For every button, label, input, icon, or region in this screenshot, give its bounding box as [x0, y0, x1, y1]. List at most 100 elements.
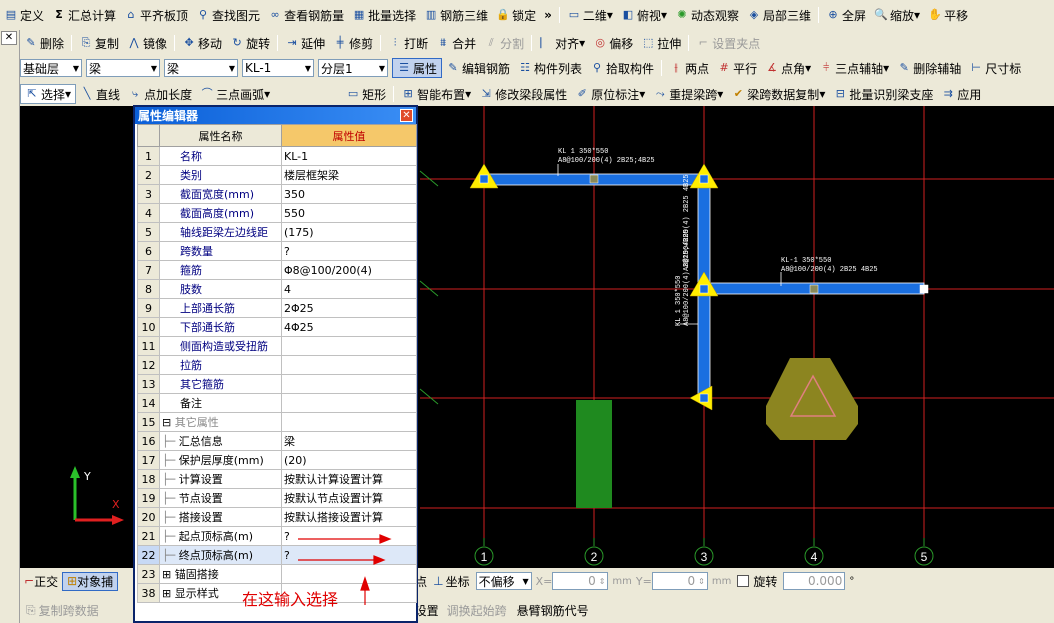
close-panel-icon[interactable]: ✕	[1, 31, 17, 45]
property-value[interactable]	[281, 355, 417, 375]
property-row[interactable]: 18 ├─ 计算设置 按默认计算设置计算	[137, 469, 417, 489]
property-row[interactable]: 14 备注	[137, 393, 417, 413]
trim-button[interactable]: ╪ 修剪	[329, 33, 377, 53]
property-value[interactable]: 2Φ25	[281, 298, 417, 318]
three-point-arc-button[interactable]: ⌒ 三点画弧 ▾	[196, 84, 274, 104]
properties-button[interactable]: ☰ 属性	[392, 58, 443, 78]
lock-button[interactable]: 🔒 锁定	[492, 5, 540, 25]
coord-toggle[interactable]: ⊥ 坐标	[433, 573, 469, 590]
property-value[interactable]: 4	[281, 279, 417, 299]
property-value[interactable]	[281, 336, 417, 356]
zoom-button[interactable]: 🔍 缩放 ▾	[870, 5, 924, 25]
apply-button[interactable]: ⇉ 应用	[937, 84, 985, 104]
ortho-toggle[interactable]: ⌐ 正交	[20, 573, 62, 590]
point-angle-button[interactable]: ∡ 点角 ▾	[761, 58, 815, 78]
property-value[interactable]	[281, 564, 417, 584]
property-value[interactable]: 按默认节点设置计算	[281, 488, 417, 508]
component-select[interactable]: KL-1 ▼	[242, 59, 314, 77]
property-value[interactable]: ?	[281, 241, 417, 261]
merge-button[interactable]: ⩩ 合并	[432, 33, 480, 53]
property-value[interactable]: 550	[281, 203, 417, 223]
batch-select-button[interactable]: ▦ 批量选择	[348, 5, 420, 25]
align-slab-button[interactable]: ⌂ 平齐板顶	[120, 5, 192, 25]
property-row[interactable]: 2 类别 楼层框架梁	[137, 165, 417, 185]
edit-rebar-button[interactable]: ✎ 编辑钢筋	[442, 58, 514, 78]
category-select[interactable]: 梁 ▼	[86, 59, 160, 77]
in-place-annotation-button[interactable]: ✐ 原位标注 ▾	[571, 84, 649, 104]
rectangle-button[interactable]: ▭ 矩形	[342, 84, 390, 104]
delete-button[interactable]: ✎ 删除	[20, 33, 68, 53]
offset-select[interactable]: 不偏移 ▼	[475, 572, 532, 590]
property-row[interactable]: 20 ├─ 搭接设置 按默认搭接设置计算	[137, 507, 417, 527]
property-row[interactable]: 4 截面高度(mm) 550	[137, 203, 417, 223]
rebar-3d-button[interactable]: ▥ 钢筋三维	[420, 5, 492, 25]
break-button[interactable]: ⫶ 打断	[384, 33, 432, 53]
property-value[interactable]: Φ8@100/200(4)	[281, 260, 417, 280]
property-row[interactable]: 13 其它箍筋	[137, 374, 417, 394]
orbit-button[interactable]: ✺ 动态观察	[671, 5, 743, 25]
property-row[interactable]: 5 轴线距梁左边线距 (175)	[137, 222, 417, 242]
property-row[interactable]: 7 箍筋 Φ8@100/200(4)	[137, 260, 417, 280]
split-button[interactable]: ⫽ 分割	[480, 33, 528, 53]
close-icon[interactable]: ✕	[400, 109, 413, 122]
property-row[interactable]: 8 肢数 4	[137, 279, 417, 299]
align-button[interactable]: ⎸ 对齐 ▾	[535, 33, 589, 53]
dimension-button[interactable]: ⊢ 尺寸标	[965, 58, 1025, 78]
property-row[interactable]: 10 下部通长筋 4Φ25	[137, 317, 417, 337]
property-value[interactable]: 4Φ25	[281, 317, 417, 337]
line-button[interactable]: ╲ 直线	[76, 84, 124, 104]
find-element-button[interactable]: ⚲ 查找图元	[192, 5, 264, 25]
property-value[interactable]	[281, 412, 417, 432]
expand-icon[interactable]: ⊞	[162, 587, 175, 600]
swap-start-span[interactable]: 调换起始跨	[447, 602, 507, 619]
y-input[interactable]: 0 ⇕	[651, 572, 708, 590]
property-value[interactable]	[281, 393, 417, 413]
property-row[interactable]: 6 跨数量?	[137, 241, 417, 261]
batch-identify-support-button[interactable]: ⊟ 批量识别梁支座	[829, 84, 937, 104]
property-value[interactable]: (20)	[281, 450, 417, 470]
object-snap-toggle[interactable]: ⊞ 对象捕	[62, 571, 119, 591]
type-select[interactable]: 梁 ▼	[164, 59, 238, 77]
property-value[interactable]: KL-1	[281, 146, 417, 166]
define-button[interactable]: ▤ 定义	[0, 5, 48, 25]
property-value[interactable]: 按默认搭接设置计算	[281, 507, 417, 527]
smart-layout-button[interactable]: ⊞ 智能布置 ▾	[397, 84, 475, 104]
two-point-button[interactable]: ⫲ 两点	[665, 58, 713, 78]
select-button[interactable]: ⇱ 选择 ▾	[20, 84, 77, 104]
local-3d-button[interactable]: ◈ 局部三维	[743, 5, 815, 25]
property-value[interactable]: ?	[281, 526, 417, 546]
property-value[interactable]: 按默认计算设置计算	[281, 469, 417, 489]
parallel-button[interactable]: # 平行	[713, 58, 761, 78]
rotate-checkbox[interactable]	[737, 575, 750, 587]
property-value[interactable]: (175)	[281, 222, 417, 242]
property-row[interactable]: 19 ├─ 节点设置 按默认节点设置计算	[137, 488, 417, 508]
view-rebar-button[interactable]: ∞ 查看钢筋量	[264, 5, 348, 25]
property-value[interactable]	[281, 374, 417, 394]
property-value[interactable]: ?	[281, 545, 417, 565]
component-list-button[interactable]: ☷ 构件列表	[514, 58, 586, 78]
copy-button[interactable]: ⎘ 复制	[75, 33, 123, 53]
property-row[interactable]: 21 ├─ 起点顶标高(m)?	[137, 526, 417, 546]
top-view-button[interactable]: ◧ 俯视 ▾	[617, 5, 671, 25]
extend-button[interactable]: ⇥ 延伸	[281, 33, 329, 53]
offset-button[interactable]: ◎ 偏移	[589, 33, 637, 53]
editor-title-bar[interactable]: 属性编辑器 ✕	[135, 107, 416, 124]
toolbar-overflow[interactable]: »	[540, 5, 556, 25]
isolated-footing[interactable]	[766, 358, 858, 440]
pick-component-button[interactable]: ⚲ 拾取构件	[586, 58, 658, 78]
point-length-button[interactable]: ⤷ 点加长度	[124, 84, 196, 104]
pan-button[interactable]: ✋ 平移	[924, 5, 972, 25]
property-row[interactable]: 1 名称 KL-1	[137, 146, 417, 166]
re-extract-span-button[interactable]: ⤳ 重提梁跨 ▾	[649, 84, 727, 104]
property-row[interactable]: 23 ⊞ 锚固搭接	[137, 564, 417, 584]
rotate-button[interactable]: ↻ 旋转	[226, 33, 274, 53]
mirror-button[interactable]: ⋀ 镜像	[123, 33, 171, 53]
property-row[interactable]: 16 ├─ 汇总信息梁	[137, 431, 417, 451]
property-row[interactable]: 12 拉筋	[137, 355, 417, 375]
set-grip-button[interactable]: ⌐ 设置夹点	[692, 33, 764, 53]
property-row[interactable]: 3 截面宽度(mm) 350	[137, 184, 417, 204]
x-input[interactable]: 0 ⇕	[552, 572, 609, 590]
move-button[interactable]: ✥ 移动	[178, 33, 226, 53]
modify-beam-props-button[interactable]: ⇲ 修改梁段属性	[475, 84, 571, 104]
floor-select[interactable]: 基础层 ▼	[20, 59, 82, 77]
